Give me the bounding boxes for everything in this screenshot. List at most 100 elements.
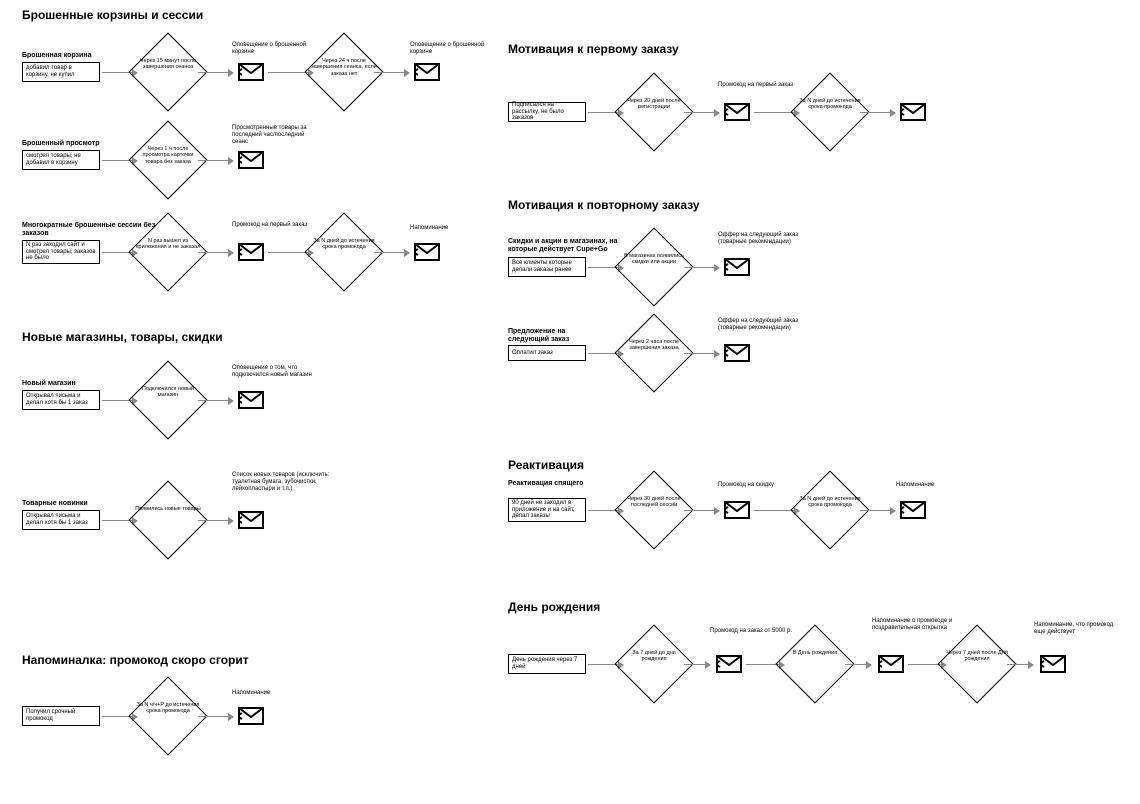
arrow (198, 72, 233, 73)
diamond-f8-1: В магазинах появились скидки или акции (626, 239, 682, 295)
caption-f6-1: Напоминание (232, 690, 322, 697)
diamond-f1-2-text: Через 24 ч после завершения сеанса, если… (311, 58, 377, 77)
diamond-f6-1: За N ч/ч+P до истечения срока промокода (140, 688, 196, 744)
diamond-f9-1-text: Через 2 часа после завершения заказа (621, 339, 687, 352)
mail-icon (414, 243, 440, 261)
mail-icon (724, 103, 750, 121)
diamond-f3-1-text: N раз вышел из приложения и не заказал (135, 238, 201, 251)
start-f5: Открывал письма и делал хотя бы 1 заказ (22, 510, 100, 530)
diamond-f11-1-text: За 7 дней до дня рождения (621, 650, 687, 663)
diamond-f11-3: Через 7 дней после Дня рождения (949, 636, 1005, 692)
caption-f10-2: Напоминание (896, 482, 986, 489)
diamond-f3-2: За N дней до истечения срока промокода (316, 224, 372, 280)
diamond-f3-2-text: За N дней до истечения срока промокода (311, 238, 377, 251)
diamond-f7-1: Через 20 дней после регистрации (626, 84, 682, 140)
section-title-reactivation: Реактивация (508, 458, 584, 472)
start-f1: добавил товар в корзину, не купил (22, 62, 100, 82)
arrow (684, 353, 719, 354)
diamond-f2-1: Через 1 ч после просмотра карточки товар… (140, 132, 196, 188)
diamond-f1-1: Через 15 минут после завершения сеанса (140, 44, 196, 100)
diamond-f10-1: Через 30 дней после последней сессии (626, 482, 682, 538)
start-f6: Получил срочный промокод (22, 706, 100, 726)
start-f1-text: добавил товар в корзину, не купил (26, 65, 96, 79)
caption-f3-1: Промокод на первый заказ (232, 222, 322, 229)
diamond-f5-1-text: Появились новые товары (135, 506, 201, 512)
mail-icon (724, 258, 750, 276)
mail-icon (724, 501, 750, 519)
mail-icon (238, 511, 264, 529)
start-f8-text: Все клиенты которые делали заказы ранее (512, 260, 582, 274)
diamond-f5-1: Появились новые товары (140, 492, 196, 548)
arrow (684, 112, 719, 113)
flow-title-f5: Товарные новинки (22, 500, 88, 508)
start-f9-text: Оплатил заказ (512, 350, 553, 357)
diamond-f8-1-text: В магазинах появились скидки или акции (621, 253, 687, 266)
mail-icon (900, 501, 926, 519)
caption-f1-2: Оповещение о брошенной корзине (410, 42, 500, 56)
arrow (845, 664, 871, 665)
mail-icon (1040, 655, 1066, 673)
section-title-firstorder: Мотивация к первому заказу (508, 42, 679, 56)
start-f9: Оплатил заказ (508, 345, 586, 361)
start-f11: День рождения через 7 дней (508, 654, 586, 674)
diamond-f11-3-text: Через 7 дней после Дня рождения (944, 650, 1010, 663)
caption-f7-1: Промокод на первый заказ (718, 82, 808, 89)
caption-f5-1: Список новых товаров (исключить: туалетн… (232, 472, 342, 493)
mail-icon (716, 655, 742, 673)
mail-icon (414, 63, 440, 81)
arrow (684, 510, 719, 511)
arrow (374, 72, 409, 73)
diamond-f10-1-text: Через 30 дней после последней сессии (621, 496, 687, 509)
flow-title-f2: Брошенный просмотр (22, 140, 99, 148)
arrow (1007, 664, 1033, 665)
diamond-f1-1-text: Через 15 минут после завершения сеанса (135, 58, 201, 71)
diamond-f11-1: За 7 дней до дня рождения (626, 636, 682, 692)
caption-f10-1: Промокод на скидку (718, 482, 808, 489)
start-f6-text: Получил срочный промокод (26, 709, 96, 723)
diamond-f4-1-text: Подключился новый магазин (135, 386, 201, 399)
arrow (198, 400, 233, 401)
mail-icon (724, 344, 750, 362)
start-f5-text: Открывал письма и делал хотя бы 1 заказ (26, 513, 96, 527)
section-title-newstores: Новые магазины, товары, скидки (22, 330, 223, 344)
flow-title-f1: Брошенная корзина (22, 52, 91, 60)
caption-f4-1: Оповещение о том, что подключился новый … (232, 365, 322, 379)
diamond-f10-2: За N дней до истечения срока промокода (802, 482, 858, 538)
mail-icon (238, 151, 264, 169)
caption-f11-3: Напоминание, что промокод еще действует (1034, 622, 1124, 636)
section-title-reminder: Напоминалка: промокод скоро сгорит (22, 653, 249, 667)
mail-icon (238, 391, 264, 409)
diamond-f2-1-text: Через 1 ч после просмотра карточки товар… (135, 146, 201, 165)
diamond-f10-2-text: За N дней до истечения срока промокода (797, 496, 863, 509)
arrow (684, 267, 719, 268)
caption-f3-2: Напоминание (410, 225, 500, 232)
start-f2: смотрел товары, не добавил в корзину (22, 150, 100, 170)
start-f8: Все клиенты которые делали заказы ранее (508, 257, 586, 277)
diamond-f6-1-text: За N ч/ч+P до истечения срока промокода (135, 702, 201, 715)
caption-f1-1: Оповещение о брошенной корзине (232, 42, 322, 56)
caption-f2-1: Просмотренные товары за последний час/по… (232, 125, 322, 146)
arrow (860, 112, 895, 113)
start-f3-text: N раз заходил сайт и смотрел товары, зак… (26, 242, 96, 263)
arrow (198, 520, 233, 521)
mail-icon (238, 243, 264, 261)
section-title-birthday: День рождения (508, 600, 600, 614)
start-f4-text: Открывал письма и делал хотя бы 1 заказ (26, 393, 96, 407)
section-title-abandoned: Брошенные корзины и сессии (22, 8, 203, 22)
start-f3: N раз заходил сайт и смотрел товары, зак… (22, 240, 100, 264)
start-f7-text: Подписался на рассылку, не было заказов (512, 102, 582, 123)
caption-f11-1: Промокод на заказ от 5000 р. (710, 628, 800, 635)
start-f7: Подписался на рассылку, не было заказов (508, 102, 586, 122)
diamond-f7-2: За N дней до истечения срока промокода (802, 84, 858, 140)
flow-title-f4: Новый магазин (22, 380, 76, 388)
diamond-f4-1: Подключился новый магазин (140, 372, 196, 428)
flow-title-f10: Реактивация спящего (508, 480, 588, 488)
start-f2-text: смотрел товары, не добавил в корзину (26, 153, 96, 167)
caption-f11-2: Напоминание о промокоде и поздравительна… (872, 618, 962, 632)
arrow (198, 716, 233, 717)
diamond-f3-1: N раз вышел из приложения и не заказал (140, 224, 196, 280)
mail-icon (238, 707, 264, 725)
diamond-f9-1: Через 2 часа после завершения заказа (626, 325, 682, 381)
start-f10-text: 90 дней не заходил в приложение и на сай… (512, 500, 582, 521)
diamond-f7-2-text: За N дней до истечения срока промокода (797, 98, 863, 111)
